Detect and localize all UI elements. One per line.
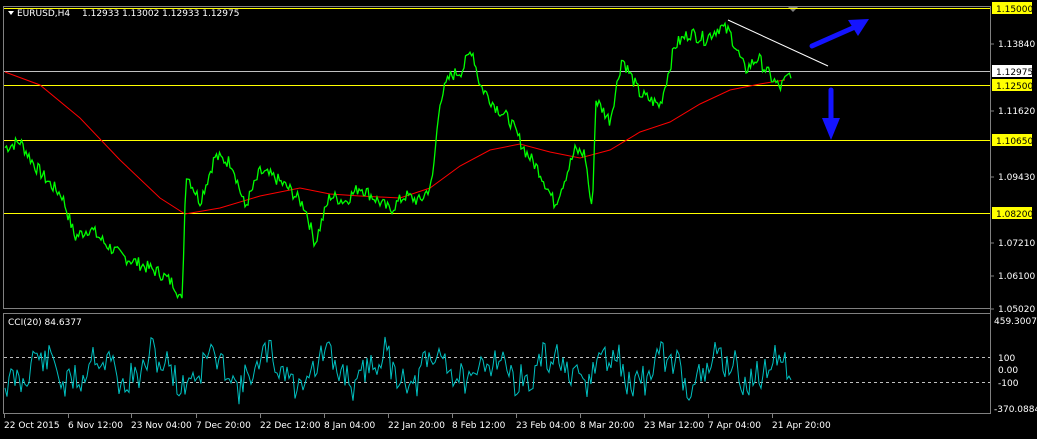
level-price-text: 1.12975 (996, 68, 1033, 78)
cci-title: CCI(20) 84.6377 (8, 318, 82, 328)
time-tick-label: 23 Nov 04:00 (131, 421, 192, 431)
level-price-text: 1.15000 (996, 5, 1033, 15)
cci-level-label: -100 (998, 379, 1019, 389)
level-price-text: 1.10650 (996, 137, 1033, 147)
time-tick-label: 7 Apr 04:00 (708, 421, 761, 431)
time-tick-label: 23 Mar 12:00 (644, 421, 704, 431)
ohlc-label: 1.12933 1.13002 1.12933 1.12975 (82, 9, 239, 19)
level-price-text: 1.08200 (996, 210, 1033, 220)
horizontal-levels (4, 8, 990, 214)
down-arrow-icon[interactable] (822, 87, 840, 140)
time-tick-label: 8 Jan 04:00 (324, 421, 376, 431)
symbol-label: EURUSD,H4 (17, 9, 70, 19)
shift-marker-icon[interactable] (788, 7, 798, 12)
cci-axis-labels: 459.3007 100 0.00 -100 -370.0884 (994, 317, 1037, 415)
time-tick-label: 23 Feb 04:00 (516, 421, 575, 431)
time-tick-label: 8 Mar 20:00 (580, 421, 635, 431)
moving-average-line (4, 71, 786, 215)
time-tick-label: 6 Nov 12:00 (68, 421, 123, 431)
time-tick-label: 22 Dec 12:00 (260, 421, 321, 431)
price-tick-label: 1.11620 (998, 107, 1035, 117)
time-tick-label: 22 Oct 2015 (4, 421, 60, 431)
chart-menu-triangle-icon[interactable] (8, 11, 14, 15)
price-tick-label: 1.06100 (998, 272, 1035, 282)
time-tick-label: 8 Feb 12:00 (452, 421, 506, 431)
price-line (4, 21, 792, 300)
time-axis-labels: 22 Oct 2015 6 Nov 12:00 23 Nov 04:00 7 Dec … (4, 414, 831, 431)
time-tick-label: 21 Apr 20:00 (772, 421, 831, 431)
chart-window[interactable]: EURUSD,H4 1.12933 1.13002 1.12933 1.1297… (0, 0, 1037, 439)
price-tick-label: 1.13840 (998, 40, 1035, 50)
time-tick-label: 22 Jan 20:00 (388, 421, 445, 431)
cci-level-label: 0.00 (998, 366, 1018, 376)
price-tick-label: 1.09430 (998, 173, 1035, 183)
price-tick-label: 1.05020 (998, 305, 1035, 315)
time-tick-label: 7 Dec 20:00 (196, 421, 251, 431)
cci-level-label: 100 (998, 354, 1015, 364)
level-price-text: 1.12500 (996, 82, 1033, 92)
price-tick-label: 1.07210 (998, 239, 1035, 249)
cci-panel-frame (3, 313, 991, 414)
cci-line (4, 336, 792, 405)
cci-level-label: -370.0884 (994, 405, 1037, 415)
cci-level-label: 459.3007 (994, 317, 1037, 327)
price-panel-frame (3, 6, 991, 309)
up-arrow-icon[interactable] (809, 19, 869, 49)
